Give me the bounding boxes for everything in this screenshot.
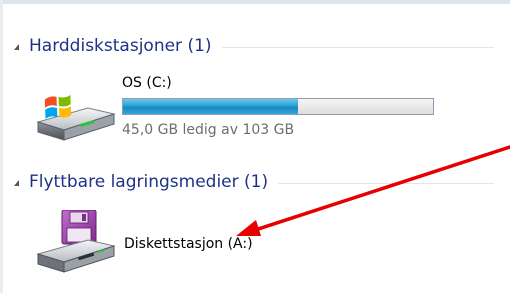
explorer-drives-pane: Harddiskstasjoner (1) OS (C:) 45,0 GB le… — [0, 0, 510, 293]
annotation-arrow — [236, 145, 510, 236]
